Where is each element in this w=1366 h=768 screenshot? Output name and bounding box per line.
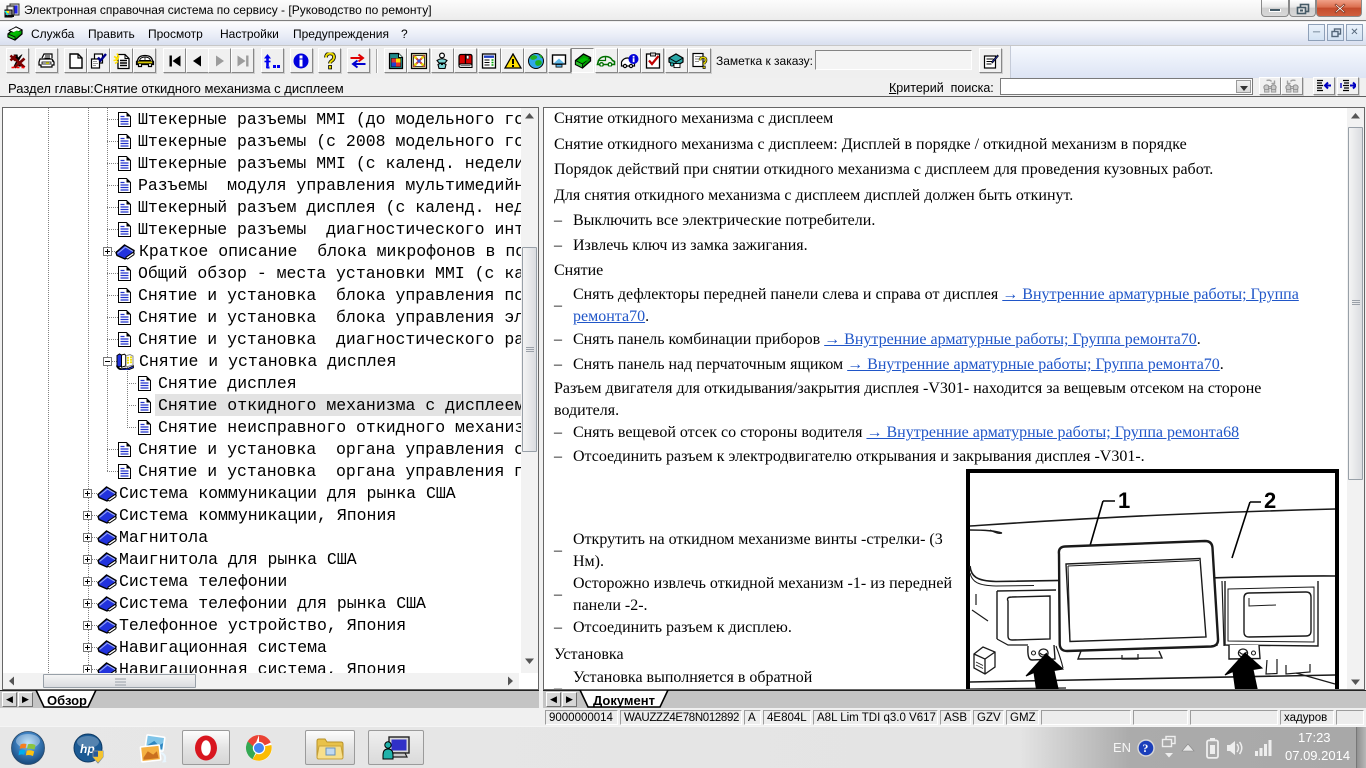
svg-text:hp: hp <box>80 742 95 756</box>
svg-text:?: ? <box>1142 741 1148 755</box>
svg-text:1: 1 <box>1118 488 1130 513</box>
svg-text:2: 2 <box>1264 488 1276 513</box>
